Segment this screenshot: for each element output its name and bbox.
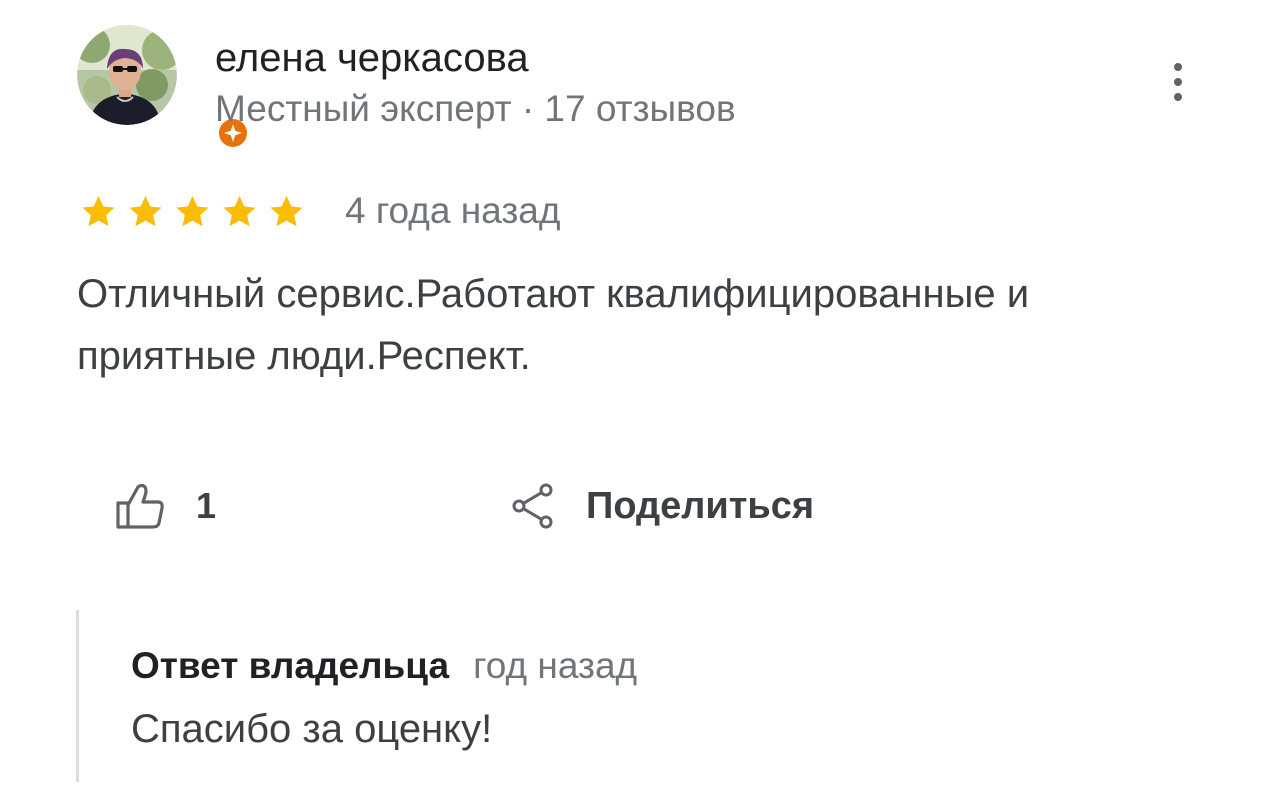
like-count: 1 xyxy=(196,485,217,526)
share-label: Поделиться xyxy=(586,484,815,527)
star-icon xyxy=(129,196,162,227)
star-icon xyxy=(270,196,303,227)
review-text: Отличный сервис.Работают квалифицированн… xyxy=(77,272,1030,378)
rating-stars xyxy=(76,192,309,232)
review-time: 4 года назад xyxy=(345,190,561,231)
thumbs-up-icon xyxy=(116,483,164,529)
star-icon xyxy=(82,196,115,227)
like-button[interactable]: 1 xyxy=(114,478,216,534)
owner-reply-header: Ответ владельца год назад xyxy=(131,644,637,696)
avatar-photo xyxy=(77,25,177,125)
share-button[interactable]: Поделиться xyxy=(510,478,814,534)
author-avatar[interactable] xyxy=(77,25,251,151)
owner-reply-label: Ответ владельца xyxy=(131,645,450,686)
share-icon xyxy=(512,483,553,529)
more-vertical-icon xyxy=(1174,63,1182,101)
star-icon xyxy=(223,196,256,227)
more-options-button[interactable] xyxy=(1160,58,1196,106)
author-meta: Местный эксперт · 17 отзывов xyxy=(215,88,736,129)
star-icon xyxy=(176,196,209,227)
owner-reply-time: год назад xyxy=(473,645,638,686)
owner-reply: Ответ владельца год назад Спасибо за оцен… xyxy=(76,610,1179,782)
owner-reply-text: Спасибо за оценку! xyxy=(131,707,493,751)
author-name[interactable]: елена черкасова xyxy=(215,36,529,80)
